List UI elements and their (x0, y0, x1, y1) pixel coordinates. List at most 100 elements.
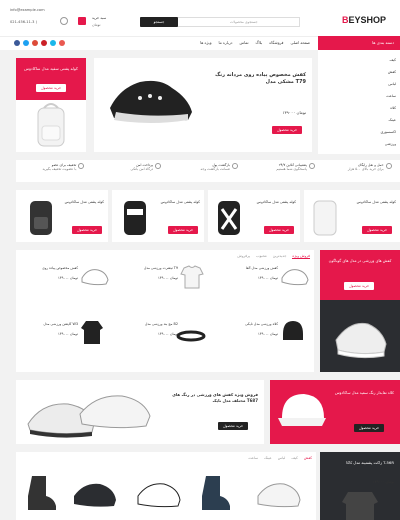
promo-button[interactable]: خرید محصول (264, 226, 295, 234)
sidebar-item[interactable]: کیف (322, 54, 396, 66)
product-name: تیشرت ورزشی مدل T9 (143, 266, 178, 270)
cart-amount: تومان (92, 23, 101, 27)
google-icon[interactable] (32, 40, 38, 46)
tab-watches[interactable]: ساعت (248, 456, 258, 460)
wishlist-icon[interactable] (60, 17, 68, 25)
sidebar-item[interactable]: اکسسوری (322, 126, 396, 138)
shoe-image (137, 483, 181, 508)
promo-button[interactable]: خرید محصول (72, 226, 103, 234)
promo-button[interactable]: خرید محصول (168, 226, 199, 234)
black-backpack-icon (124, 201, 146, 235)
cap-image (278, 394, 326, 426)
twitter-icon[interactable] (23, 40, 29, 46)
hero-left-red (16, 58, 86, 100)
promo-title: کوله پشتی مدل ساکادوس (256, 200, 296, 204)
hero-left-title: کوله پشتی سفید مدل ساکادوس (24, 66, 78, 71)
hero-main-title: کفش مخصوص پیاده روی مردانه رنگ مشکی مدل … (215, 72, 306, 85)
sneaker-image (335, 322, 387, 359)
nav-item-home[interactable]: صفحه اصلی (290, 40, 310, 45)
cart-label: سبد خرید (92, 16, 107, 20)
tab-new[interactable]: جدیدترین (273, 254, 287, 259)
features-row: حمل و نقل رایگان برای خرید بالای ۵۰۰ هزار… (16, 163, 400, 171)
hero-left-button[interactable]: خرید محصول (36, 84, 67, 92)
nav-item-about[interactable]: درباره ما (219, 40, 233, 45)
tab-bags[interactable]: کیف (291, 456, 298, 460)
shoe-image (110, 80, 192, 123)
money-icon (231, 163, 238, 169)
hero-main-price: ۱۳۹۰۰۰ تومان (282, 110, 306, 115)
boot-image (28, 476, 56, 510)
vimeo-icon[interactable] (50, 40, 56, 46)
social-icons (14, 40, 65, 46)
product-name: کفش مخصوص پیاده روی (42, 266, 78, 270)
product-price: ۱۳۹۰۰۰ تومان (257, 332, 278, 336)
promo-title: کوله پشتی مدل ساکادوس (160, 200, 200, 204)
product-price: ۱۳۹۰۰۰ تومان (157, 276, 178, 280)
wide-banner-title: فروش ویژه کفش های ورزشی در رنگ های مختلف… (172, 392, 258, 403)
cart-icon[interactable] (78, 17, 86, 25)
shoe-image (257, 483, 301, 508)
promo-title: کوله پشتی مدل ساکادوس (64, 200, 104, 204)
nav-item-contact[interactable]: تماس (240, 40, 249, 45)
tab-sale[interactable]: فروش ویژه (292, 254, 310, 259)
product-jacket-image (81, 321, 103, 344)
search-button[interactable]: جستجو (140, 17, 178, 27)
white-backpack-icon (313, 200, 337, 236)
tab-clothes[interactable]: لباس (278, 456, 286, 460)
backpack-icon (37, 103, 65, 147)
product-price: ۱۳۹۰۰۰ تومان (157, 332, 178, 336)
feature-item: پرداخت امن درگاه امن بانکی (101, 163, 162, 171)
tab-bestseller[interactable]: پرفروش (237, 254, 250, 259)
nav-item-blog[interactable]: بلاگ (256, 40, 263, 45)
promo-title: کوله پشتی مدل ساکادوس (356, 200, 396, 204)
feature-item: تخفیف برای عضو با عضویت تخفیف بگیرید (24, 163, 85, 171)
logo[interactable]: BEYSHOP (342, 15, 386, 25)
feature-item: پشتیبانی آنلاین ۲۴/۷ پاسخگوی شما هستیم (255, 163, 315, 171)
product-name: مچ بند ورزشی مدل B2 (144, 322, 178, 326)
sidebar-item[interactable]: ورزشی (322, 138, 396, 150)
nav-item-shop[interactable]: فروشگاه (269, 40, 283, 45)
sidebar-item[interactable]: ساعت (322, 90, 396, 102)
wide-banner-button[interactable]: خرید محصول (218, 422, 249, 430)
sidebar-item[interactable]: عینک (322, 114, 396, 126)
truck-icon (385, 163, 392, 169)
feature-item: حمل و نقل رایگان برای خرید بالای ۵۰۰ هزار (332, 163, 392, 171)
categories-label: دسته بندی ها (372, 40, 394, 45)
tab-shoes[interactable]: کفش (304, 456, 312, 460)
bottom-banner-price: ۱۳۹۰۰۰ تومان (372, 480, 394, 484)
feature-sub: با عضویت تخفیف بگیرید (42, 167, 77, 171)
search-input[interactable]: جستجوی محصولات (230, 20, 258, 24)
cap-banner-button[interactable]: خرید محصول (354, 424, 385, 432)
pinterest-icon[interactable] (41, 40, 47, 46)
product-name: کاپشن ورزشی مدل W3 (43, 322, 78, 326)
product-shoe-image (81, 269, 109, 286)
email-text: info@example.com (10, 8, 45, 12)
sidebar-item[interactable]: کلاه (322, 102, 396, 114)
nav-menu: صفحه اصلی فروشگاه بلاگ تماس درباره ما وی… (160, 40, 310, 45)
facebook-icon[interactable] (14, 40, 20, 46)
categories-button[interactable]: دسته بندی ها (318, 36, 400, 50)
product-name: کلاه ورزشی مدل نایکی (245, 322, 278, 326)
support-icon (308, 163, 315, 169)
page: BEYSHOP info@example.com 021-456-11-3 ) … (0, 0, 400, 520)
sidebar-item[interactable]: کفش (322, 66, 396, 78)
tab-popular[interactable]: محبوب (256, 254, 267, 259)
tab-glasses[interactable]: عینک (264, 456, 272, 460)
hero-main-button[interactable]: خرید محصول (272, 126, 303, 134)
nav-item-special[interactable]: ویژه ها (200, 40, 211, 45)
product-wristband-image (176, 330, 206, 342)
deal-button[interactable]: خرید محصول (344, 282, 375, 290)
feature-sub: پاسخگوی شما هستیم (276, 167, 307, 171)
sneakers-image (27, 395, 151, 438)
promo-button[interactable]: خرید محصول (362, 226, 393, 234)
product-helmet-image (283, 321, 303, 340)
sidebar-item[interactable]: لباس (322, 78, 396, 90)
product-price: ۱۳۹۰۰۰ تومان (257, 276, 278, 280)
bottom-banner-title: زاکت پشمینه مدل کاکا T-56R (346, 460, 394, 465)
jacket-image (342, 492, 378, 520)
black-backpack-icon (218, 201, 240, 235)
instagram-icon[interactable] (59, 40, 65, 46)
product-name: کفش ورزشی مدل آلفا (245, 266, 278, 270)
bottom-tabs: کفش کیف لباس عینک ساعت (200, 456, 312, 460)
product-tabs: فروش ویژه جدیدترین محبوب پرفروش (200, 254, 310, 259)
